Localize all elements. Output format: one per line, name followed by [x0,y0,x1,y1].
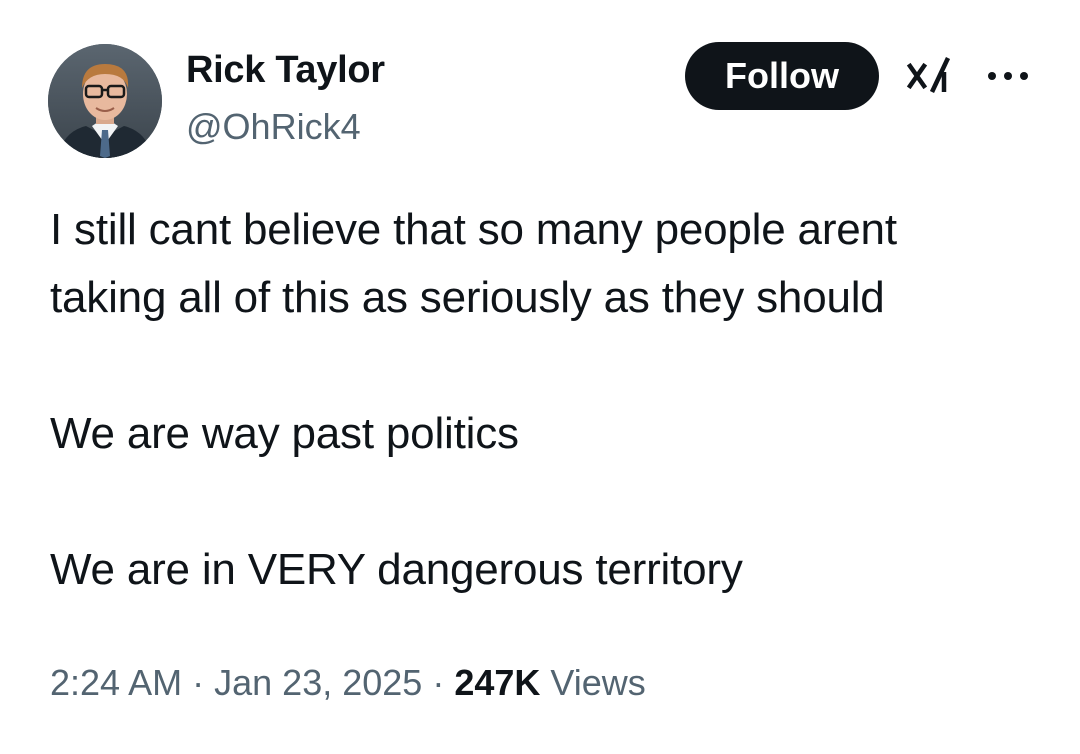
tweet-card: Rick Taylor @OhRick4 Follow I still cant… [0,0,1080,754]
tweet-text: I still cant believe that so many people… [50,196,1050,604]
tweet-line: We are way past politics [50,409,519,458]
views-label: Views [550,662,646,703]
tweet-line: taking all of this as seriously as they … [50,273,885,322]
tweet-time[interactable]: 2:24 AM [50,662,182,703]
author-avatar[interactable] [48,44,162,158]
tweet-meta: 2:24 AM · Jan 23, 2025 · 247K Views [50,658,646,708]
profile-photo-icon [48,44,162,158]
meta-separator: · [432,662,445,703]
tweet-line: I still cant believe that so many people… [50,205,897,254]
follow-button[interactable]: Follow [685,42,879,110]
grok-icon[interactable] [906,52,954,100]
tweet-date[interactable]: Jan 23, 2025 [214,662,422,703]
meta-separator: · [192,662,205,703]
author-name[interactable]: Rick Taylor [186,46,385,94]
tweet-line: We are in VERY dangerous territory [50,545,743,594]
views-count: 247K [454,662,541,703]
more-options-icon[interactable] [986,66,1030,86]
author-handle[interactable]: @OhRick4 [186,104,361,150]
